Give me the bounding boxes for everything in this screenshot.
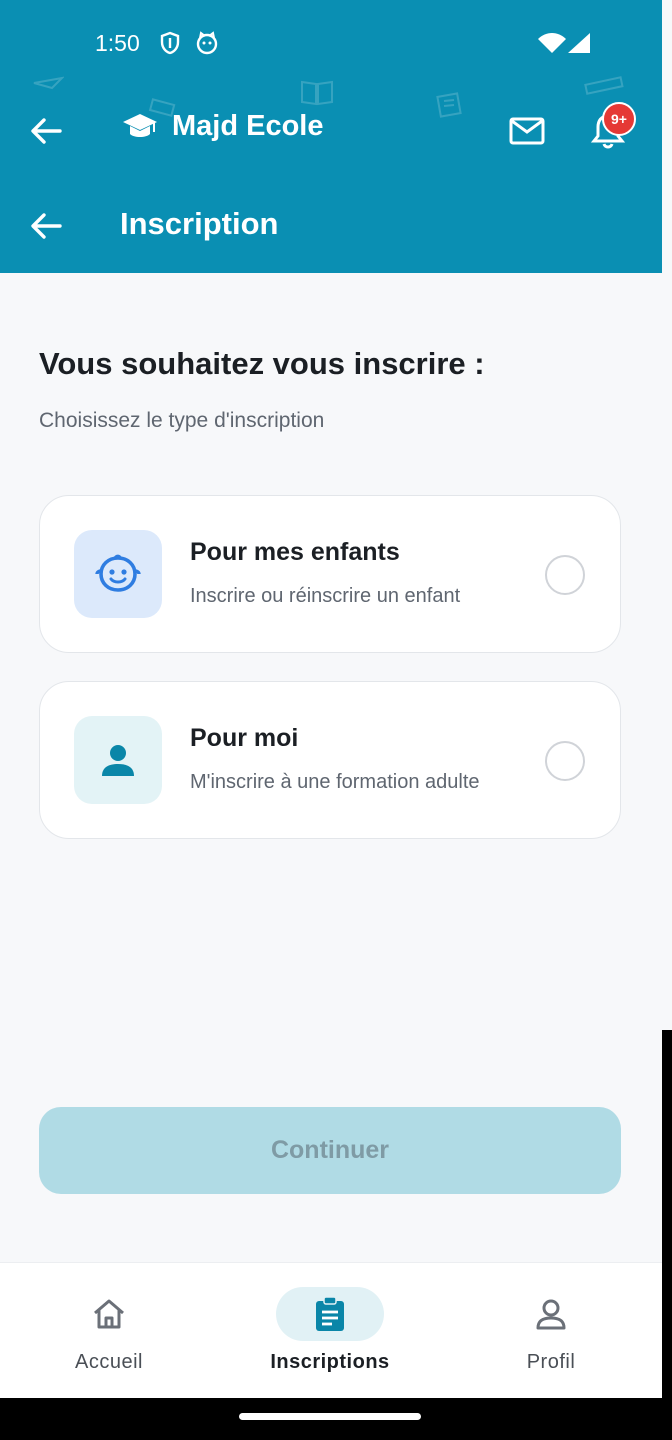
option-icon-box [74, 716, 162, 804]
option-radio[interactable] [545, 741, 585, 781]
nav-icon-wrap-active [276, 1287, 384, 1341]
nav-label-inscriptions: Inscriptions [270, 1351, 390, 1373]
cell-signal-icon [568, 33, 590, 53]
clipboard-icon [316, 1296, 344, 1331]
mail-icon[interactable] [508, 113, 546, 149]
page-subheading: Choisissez le type d'inscription [39, 409, 325, 432]
brand: Majd Ecole [122, 110, 324, 143]
nav-label-accueil: Accueil [75, 1351, 143, 1373]
brand-name: Majd Ecole [172, 110, 324, 142]
nav-item-profil[interactable]: Profil [497, 1263, 605, 1398]
gesture-home-bar[interactable] [239, 1413, 421, 1420]
option-icon-box [74, 530, 162, 618]
status-bar: 1:50 [0, 0, 662, 88]
app-screen: 1:50 Majd Ecole 9+ Inscription Vous souh… [0, 0, 662, 1398]
nav-item-accueil[interactable]: Accueil [55, 1263, 163, 1398]
home-icon [94, 1299, 124, 1329]
header: 1:50 Majd Ecole 9+ Inscription [0, 0, 662, 273]
wifi-icon [538, 33, 566, 53]
nav-icon-wrap [55, 1287, 163, 1341]
bottom-nav: Accueil Inscriptions Profil [0, 1262, 662, 1398]
page-title: Inscription [120, 206, 279, 241]
option-title: Pour moi [190, 724, 299, 752]
continue-button[interactable]: Continuer [39, 1107, 621, 1194]
notification-badge: 9+ [602, 102, 636, 136]
continue-button-label: Continuer [270, 1136, 390, 1164]
screen-edge [662, 0, 672, 1030]
status-time: 1:50 [95, 30, 140, 56]
nav-item-inscriptions[interactable]: Inscriptions [260, 1263, 400, 1398]
graduation-cap-icon [123, 113, 157, 137]
page-heading: Vous souhaitez vous inscrire : [39, 346, 485, 381]
cat-icon [196, 31, 218, 55]
person-outline-icon [536, 1299, 566, 1330]
nav-icon-wrap [497, 1287, 605, 1341]
option-subtitle: Inscrire ou réinscrire un enfant [190, 585, 461, 607]
baby-face-icon [95, 554, 141, 592]
person-icon [102, 745, 134, 776]
option-card-adult[interactable]: Pour moi M'inscrire à une formation adul… [39, 681, 621, 839]
page-back-arrow-icon[interactable] [28, 208, 64, 244]
option-radio[interactable] [545, 555, 585, 595]
option-subtitle: M'inscrire à une formation adulte [190, 771, 480, 793]
decor-notebook-icon [436, 92, 462, 118]
option-title: Pour mes enfants [190, 538, 400, 566]
shield-icon [160, 31, 180, 55]
option-card-children[interactable]: Pour mes enfants Inscrire ou réinscrire … [39, 495, 621, 653]
nav-label-profil: Profil [526, 1351, 576, 1373]
back-arrow-icon[interactable] [28, 113, 64, 149]
